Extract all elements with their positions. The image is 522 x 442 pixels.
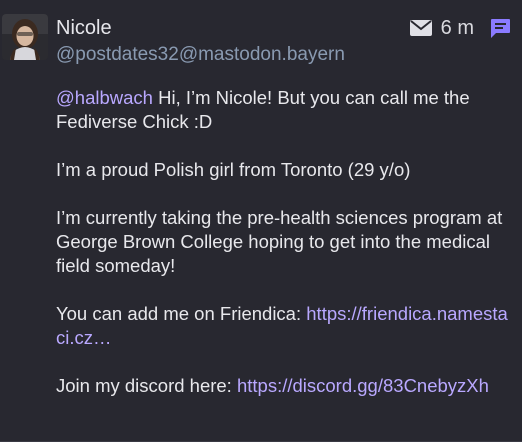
chat-bubble-icon[interactable] [488,16,512,40]
discord-prefix: Join my discord here: [56,375,237,396]
discord-paragraph: Join my discord here: https://discord.gg… [56,374,514,398]
post-time[interactable]: 6 m [441,17,474,40]
study-paragraph: I’m currently taking the pre-health scie… [56,207,503,276]
status-meta: 6 m [409,14,512,42]
intro-paragraph: @halbwach Hi, I’m Nicole! But you can ca… [56,86,514,134]
friendica-paragraph: You can add me on Friendica: https://fri… [56,302,514,350]
friendica-prefix: You can add me on Friendica: [56,303,307,324]
mail-icon [409,18,433,38]
status-card: Nicole @postdates32@mastodon.bayern 6 m … [0,0,522,442]
discord-link[interactable]: https://discord.gg/83CnebyzXh [237,375,489,396]
mention-link[interactable]: @halbwach [56,87,153,108]
avatar[interactable] [2,14,48,60]
origin-paragraph: I’m a proud Polish girl from Toronto (29… [56,159,411,180]
display-name[interactable]: Nicole [56,15,112,41]
account-handle[interactable]: @postdates32@mastodon.bayern [56,43,345,67]
status-content: @halbwach Hi, I’m Nicole! But you can ca… [56,86,514,422]
